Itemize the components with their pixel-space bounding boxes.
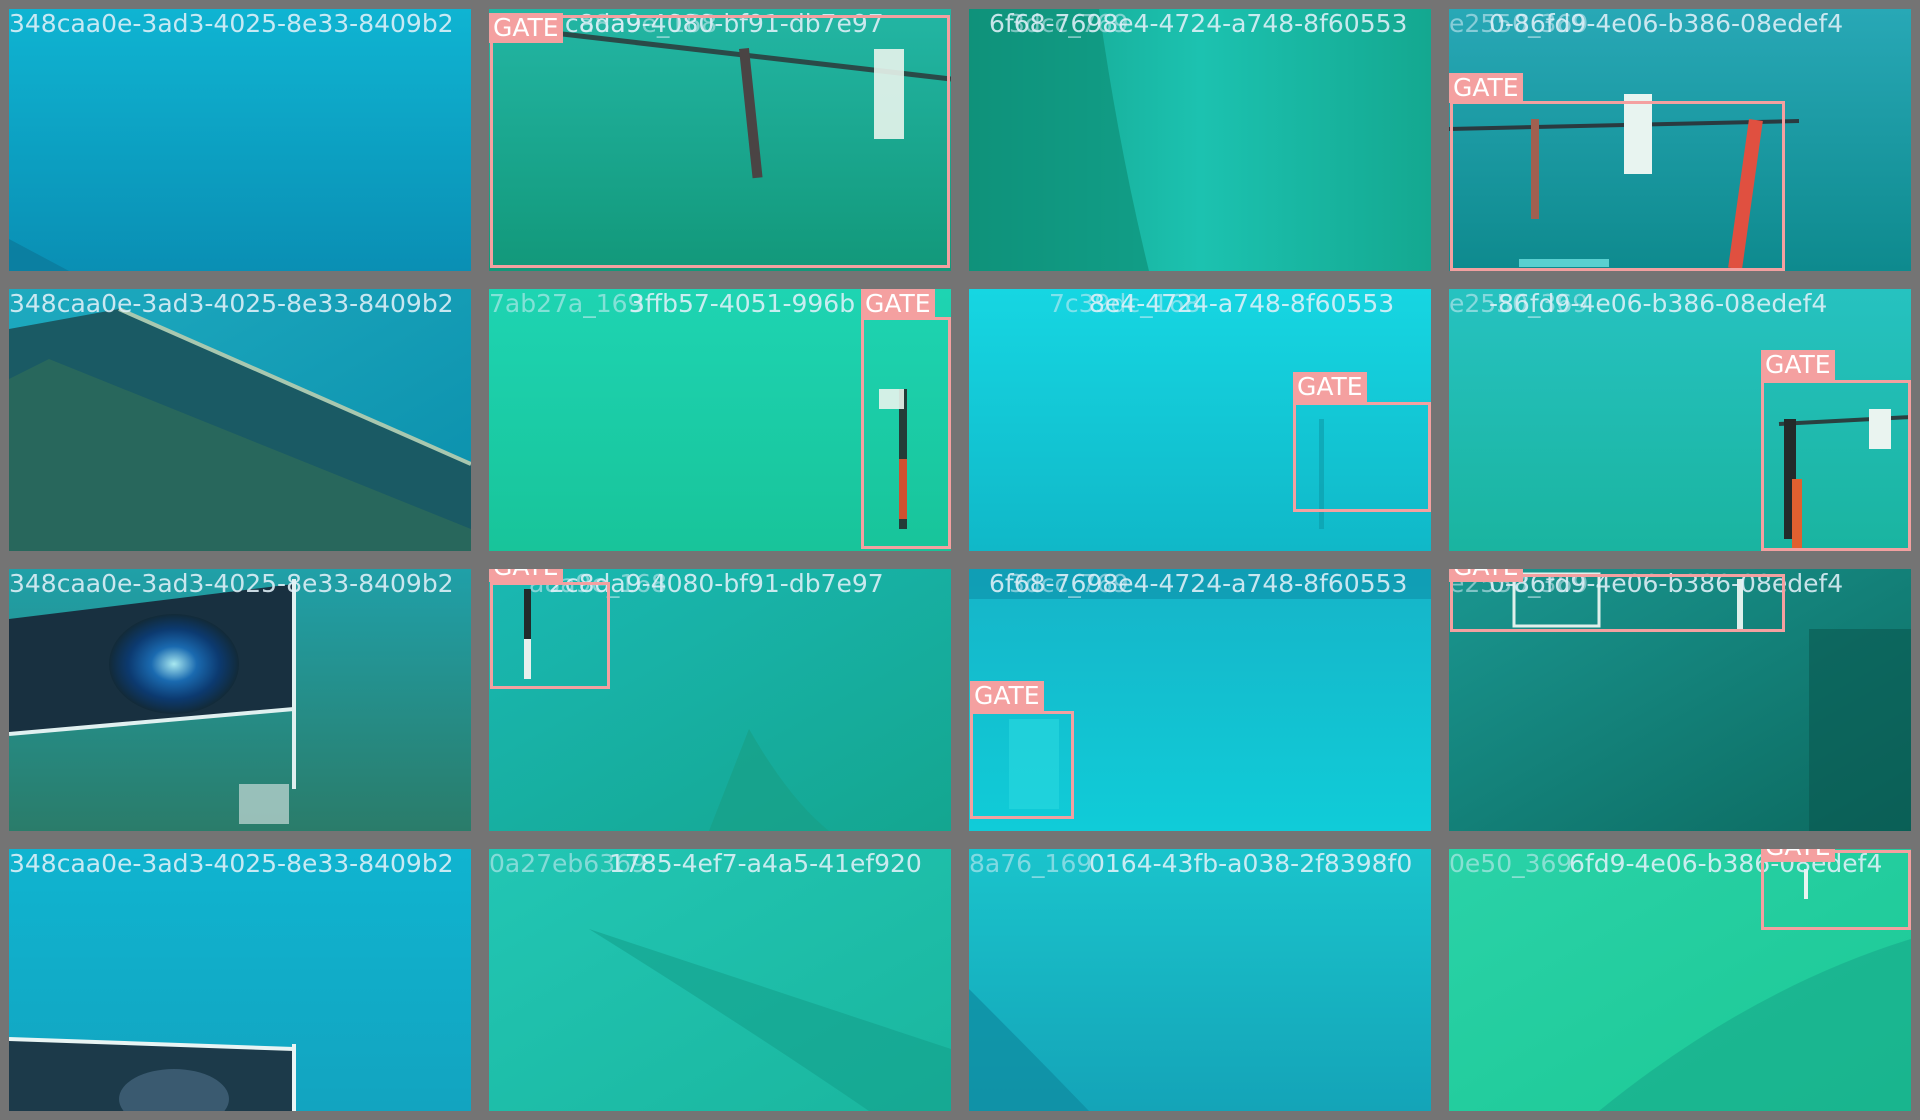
tile-title: 6f68-7698e4-4724-a748-8f60553: [989, 9, 1408, 38]
gate-bounding-box: [1450, 574, 1785, 632]
gate-bounding-box: [1293, 402, 1431, 512]
frame-tile: 348caa0e-3ad3-4025-8e33-8409b2: [0, 0, 480, 280]
gate-label: GATE: [1449, 73, 1523, 103]
tile-title: 6f68-7698e4-4724-a748-8f60553: [989, 569, 1408, 598]
gate-bounding-box: [1450, 101, 1785, 271]
tile-title: 8e4-4724-a748-8f60553: [1089, 289, 1395, 318]
gate-label: GATE: [1761, 350, 1835, 380]
tile-title: 0-86fd9-4e06-b386-08edef4: [1489, 9, 1844, 38]
tile-subtitle: 8a76_169: [969, 849, 1093, 878]
frame-tile: 6f68-7698e4-4724-a748-8f60553 3dcc_769: [960, 0, 1440, 280]
frame-tile: 2c8da9-4080-bf91-db7e97 a8a9e_168 GATE: [480, 560, 960, 840]
underwater-scene: [9, 289, 471, 551]
frame-tile: 3ffb57-4051-996b 7ab27a_169 GATE: [480, 280, 960, 560]
underwater-scene: [969, 9, 1431, 271]
frame-tile: 348caa0e-3ad3-4025-8e33-8409b2: [0, 560, 480, 840]
tile-title: 348caa0e-3ad3-4025-8e33-8409b2: [9, 569, 454, 598]
tile-title: 1785-4ef7-a4a5-41ef920: [609, 849, 922, 878]
gate-bounding-box: [1761, 850, 1911, 930]
frame-tile: 1785-4ef7-a4a5-41ef920 0a27eb6369: [480, 840, 960, 1120]
frame-tile: 0-86fd9-4e06-b386-08edef4 e2550_369 GATE: [1440, 0, 1920, 280]
tile-title: 348caa0e-3ad3-4025-8e33-8409b2: [9, 9, 454, 38]
gate-label: GATE: [861, 289, 935, 319]
underwater-scene: [489, 849, 951, 1111]
gate-label: GATE: [1293, 372, 1367, 402]
underwater-scene: [9, 9, 471, 271]
frame-tile: 0164-43fb-a038-2f8398f0 8a76_169: [960, 840, 1440, 1120]
gate-bounding-box: [490, 582, 610, 689]
gate-bounding-box: [970, 711, 1074, 819]
gate-bounding-box: [1761, 380, 1911, 551]
frame-tile: 348caa0e-3ad3-4025-8e33-8409b2: [0, 840, 480, 1120]
frame-tile: 348caa0e-3ad3-4025-8e33-8409b2: [0, 280, 480, 560]
tile-title: 3ffb57-4051-996b: [629, 289, 856, 318]
gate-label: GATE: [489, 13, 563, 43]
tile-subtitle: 7ab27a_169: [489, 289, 644, 318]
frame-tile: 0-86fd9-4e06-b386-08edef4 e2550_369 GATE: [1440, 560, 1920, 840]
frame-tile: 6fd9-4e06-b386-08edef4 0e50_369 GATE: [1440, 840, 1920, 1120]
tile-title: -86fd9-4e06-b386-08edef4: [1489, 289, 1828, 318]
gate-label: GATE: [970, 681, 1044, 711]
gate-label: GATE: [1761, 849, 1835, 862]
frame-tile: 2c8da9-4080-bf91-db7e97 a8a9e_168 GATE: [480, 0, 960, 280]
underwater-scene: [9, 569, 471, 831]
gate-bounding-box: [490, 15, 950, 268]
gate-label: GATE: [489, 569, 563, 582]
tile-subtitle: 0e50_369: [1449, 849, 1573, 878]
underwater-scene: [969, 849, 1431, 1111]
tile-title: 348caa0e-3ad3-4025-8e33-8409b2: [9, 289, 454, 318]
frame-tile: 8e4-4724-a748-8f60553 7c39dc_168 GATE: [960, 280, 1440, 560]
tile-title: 348caa0e-3ad3-4025-8e33-8409b2: [9, 849, 454, 878]
frame-tile: -86fd9-4e06-b386-08edef4 e2550_369 GATE: [1440, 280, 1920, 560]
gate-bounding-box: [861, 317, 951, 549]
tile-title: 0164-43fb-a038-2f8398f0: [1089, 849, 1413, 878]
frame-tile: 6f68-7698e4-4724-a748-8f60553 3dcc_769 G…: [960, 560, 1440, 840]
gate-label: GATE: [1449, 569, 1523, 582]
image-mosaic: 348caa0e-3ad3-4025-8e33-8409b2 2c8da9-40…: [0, 0, 1920, 1120]
underwater-scene: [9, 849, 471, 1111]
